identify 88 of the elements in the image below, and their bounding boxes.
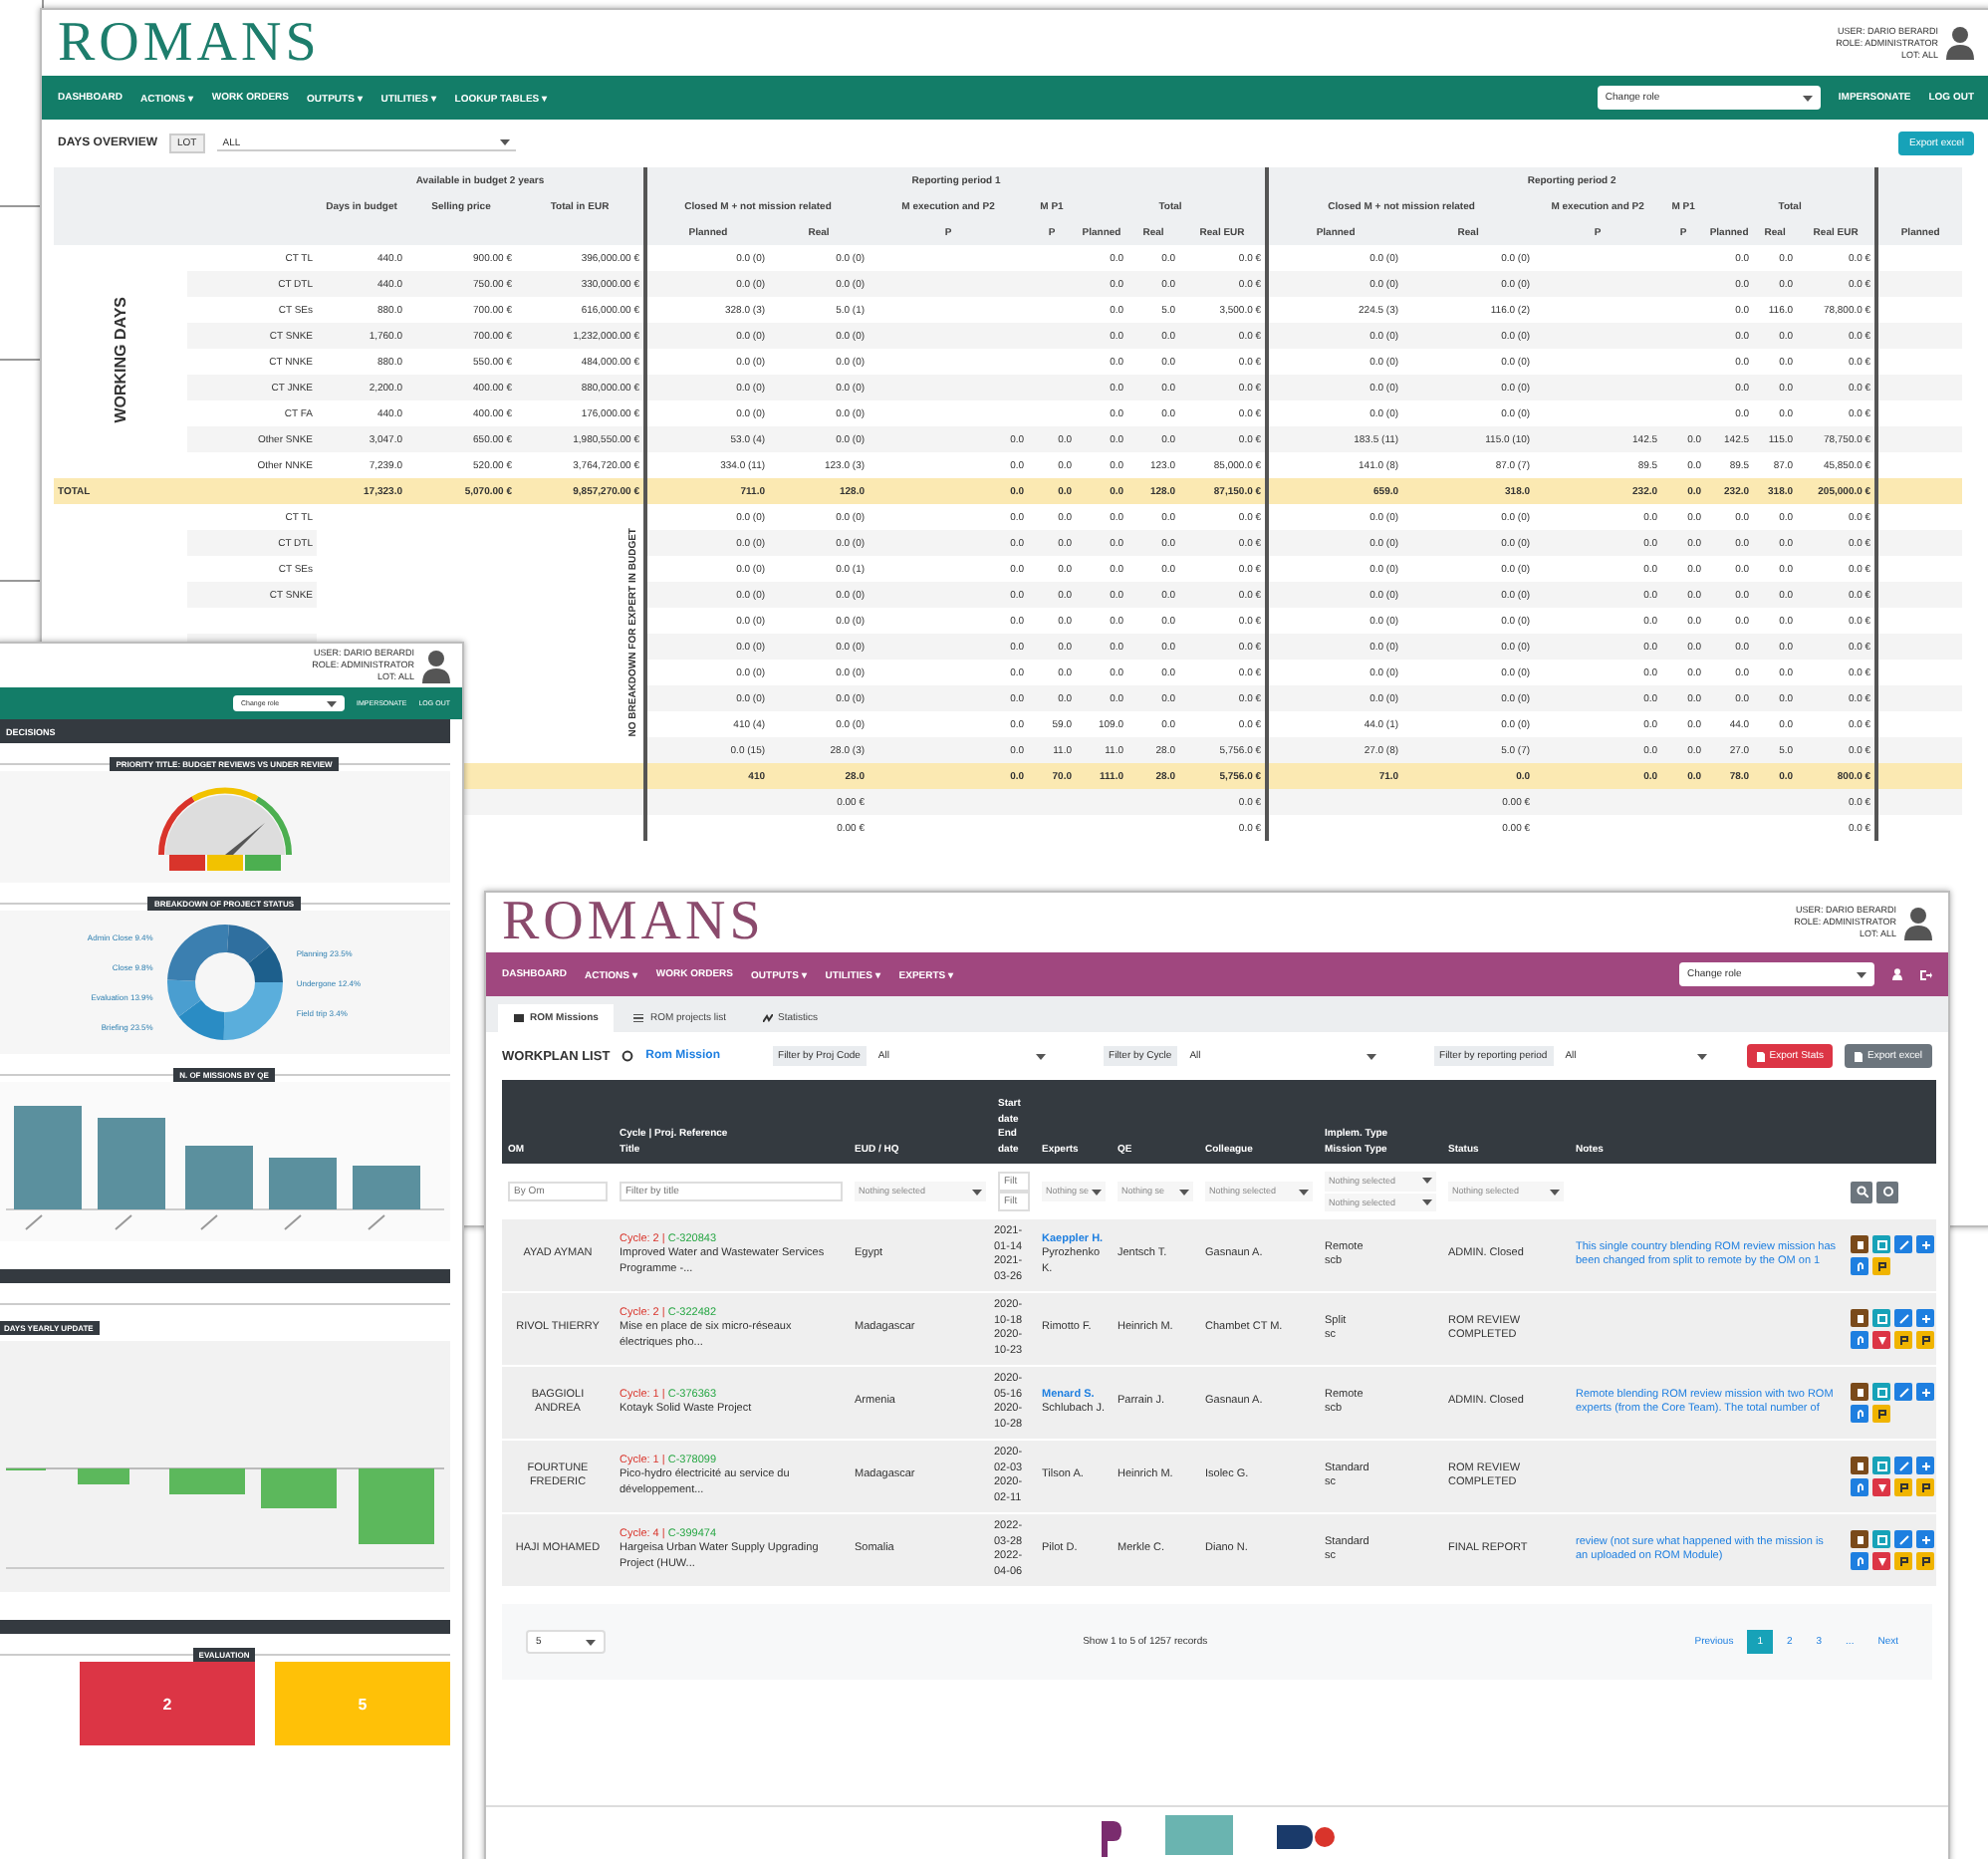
add-icon [1919,1460,1931,1471]
bar [352,1166,419,1209]
caret-icon [586,1639,596,1645]
document-button[interactable] [1851,1457,1868,1474]
add-button[interactable] [1916,1235,1934,1253]
card-value: 2 [162,1695,172,1713]
flag-button[interactable] [1894,1331,1912,1349]
bar [268,1158,336,1209]
flag-button[interactable] [1916,1552,1934,1570]
section-title: WORKING DAYS [112,296,129,423]
caret-icon [1857,971,1866,977]
document-button[interactable] [1851,1309,1868,1327]
flag-button[interactable] [1916,1331,1934,1349]
caret-icon [1802,95,1813,101]
caret-icon [1422,1178,1432,1185]
logout-icon[interactable] [1920,969,1932,979]
caret-icon [1696,1053,1707,1059]
document-button[interactable] [1851,1235,1868,1253]
caret-icon [499,139,510,145]
caret-icon [1179,1189,1189,1195]
clip-icon [1854,1334,1865,1346]
table-icon [633,1014,644,1022]
logo: ROMANS [502,893,765,952]
edit-button[interactable] [1894,1530,1912,1548]
flag-icon [1875,1260,1887,1272]
document-icon [1854,1238,1865,1250]
flag-button[interactable] [1894,1478,1912,1496]
refresh-icon [1881,1186,1893,1197]
clip-icon [1854,1555,1865,1567]
add-icon [1919,1312,1931,1324]
user-icon[interactable] [1892,968,1902,980]
document-button[interactable] [1851,1383,1868,1401]
clip-icon [1854,1260,1865,1272]
bar [184,1146,252,1209]
document-icon [1854,1312,1865,1324]
clip-icon [1854,1481,1865,1493]
caret-icon [972,1189,982,1195]
edit-button[interactable] [1894,1309,1912,1327]
caret-icon [1422,1198,1432,1205]
clip-button[interactable] [1851,1552,1868,1570]
edit-button[interactable] [1894,1457,1912,1474]
bar [13,1106,81,1209]
list-icon [514,1014,524,1022]
card-value: 5 [358,1695,368,1713]
add-button[interactable] [1916,1309,1934,1327]
flag-icon [1875,1408,1887,1420]
clip-button[interactable] [1851,1478,1868,1496]
caret-icon [1299,1189,1309,1195]
document-icon [1854,1460,1865,1471]
caret-icon [1366,1053,1376,1059]
search-button[interactable] [1851,1181,1872,1202]
document-icon [1854,1533,1865,1545]
bar [168,1468,244,1494]
flag-button[interactable] [1872,1405,1890,1423]
edit-button[interactable] [1894,1235,1912,1253]
clip-button[interactable] [1851,1405,1868,1423]
partner-logo-icon [1165,1814,1233,1854]
reset-button[interactable] [1876,1181,1898,1202]
flag-button[interactable] [1916,1478,1934,1496]
add-icon [1919,1386,1931,1398]
add-icon [1919,1238,1931,1250]
caret-icon [327,700,338,706]
flag-button[interactable] [1894,1552,1912,1570]
document-button[interactable] [1851,1530,1868,1548]
search-icon [1856,1186,1867,1197]
add-button[interactable] [1916,1530,1934,1548]
edit-button[interactable] [1894,1383,1912,1401]
caret-icon [1092,1189,1102,1195]
add-button[interactable] [1916,1383,1934,1401]
logo: ROMANS [58,13,321,73]
bar [97,1118,164,1209]
flag-button[interactable] [1872,1257,1890,1275]
clip-icon [1854,1408,1865,1420]
document-icon [1854,1386,1865,1398]
caret-icon [1035,1053,1046,1059]
refresh-icon [621,1050,634,1062]
bar [77,1468,128,1484]
clip-button[interactable] [1851,1257,1868,1275]
bar [260,1468,336,1508]
add-button[interactable] [1916,1457,1934,1474]
clip-button[interactable] [1851,1331,1868,1349]
user-avatar-icon [422,649,450,682]
caret-icon [1550,1189,1560,1195]
user-avatar-icon [1904,906,1932,939]
add-icon [1919,1533,1931,1545]
bar [358,1468,433,1544]
chart-icon [762,1014,773,1022]
user-avatar-icon [1946,26,1974,60]
